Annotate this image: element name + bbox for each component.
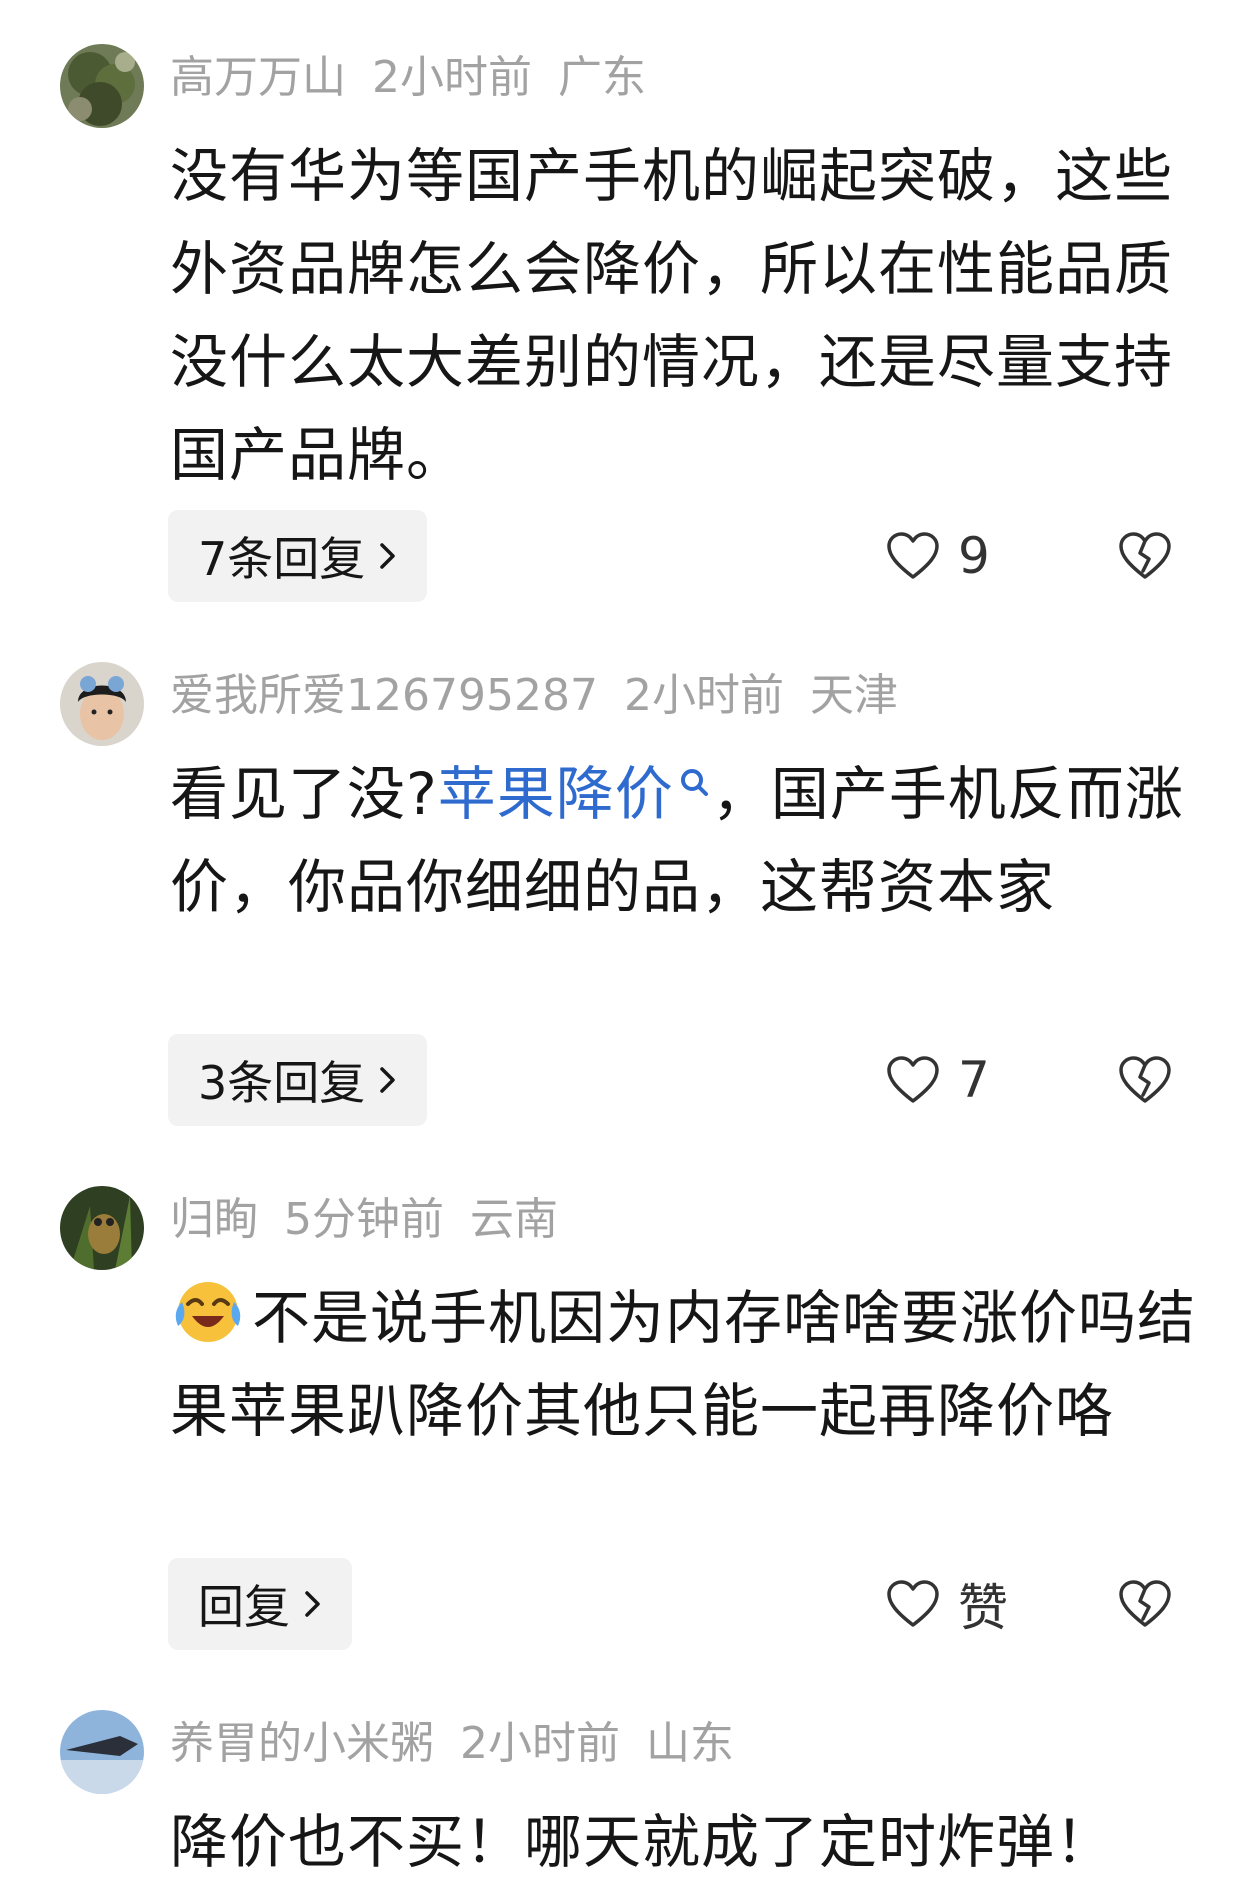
- comment-text-part: 看见了没?: [170, 760, 438, 828]
- person-avatar-icon: [60, 662, 144, 746]
- avatar[interactable]: [60, 662, 144, 746]
- comment-text: 降价也不买！哪天就成了定时炸弹！: [170, 1808, 1115, 1876]
- reply-button[interactable]: 回复: [168, 1558, 352, 1650]
- heart-icon: [887, 1580, 939, 1627]
- timestamp: 2小时前: [460, 1718, 620, 1769]
- view-replies-button[interactable]: 3条回复: [168, 1034, 428, 1126]
- comment-meta: 爱我所爱126795287 2小时前 天津: [170, 666, 924, 726]
- like-button[interactable]: 赞: [886, 1558, 1008, 1650]
- search-link[interactable]: 苹果降价: [438, 760, 674, 828]
- chevron-right-icon: [380, 1067, 396, 1093]
- location: 山东: [646, 1718, 734, 1769]
- comment-meta: 归眴 5分钟前 云南: [170, 1190, 584, 1250]
- username[interactable]: 养胃的小米粥: [170, 1718, 434, 1769]
- timestamp: 2小时前: [372, 52, 532, 103]
- dislike-button[interactable]: [1118, 510, 1172, 602]
- reply-label: 3条回复: [198, 1056, 366, 1110]
- comment-text: 没有华为等国产手机的崛起突破，这些外资品牌怎么会降价，所以在性能品质没什么太大差…: [170, 142, 1174, 489]
- like-count: 9: [958, 527, 990, 585]
- view-replies-button[interactable]: 7条回复: [168, 510, 428, 602]
- username[interactable]: 归眴: [170, 1194, 258, 1245]
- search-icon[interactable]: [676, 748, 712, 798]
- frog-avatar-icon: [60, 1186, 144, 1270]
- username[interactable]: 高万万山: [170, 52, 346, 103]
- heart-icon: [887, 532, 939, 579]
- comment-text: 看见了没?苹果降价 ，国产手机反而涨价，你品你细细的品，这帮资本家: [170, 748, 1200, 934]
- location: 云南: [470, 1194, 558, 1245]
- reply-label: 7条回复: [198, 532, 366, 586]
- mountain-tree-avatar-icon: [60, 44, 144, 128]
- broken-heart-icon: [1119, 1580, 1171, 1627]
- like-button[interactable]: 7: [886, 1034, 990, 1126]
- comment-text: 不是说手机因为内存啥啥要涨价吗结果苹果趴降价其他只能一起再降价咯: [170, 1272, 1200, 1458]
- comment-meta: 高万万山 2小时前 广东: [170, 48, 672, 108]
- jet-avatar-icon: [60, 1710, 144, 1794]
- broken-heart-icon: [1119, 1056, 1171, 1103]
- chevron-right-icon: [305, 1591, 320, 1617]
- laughing-crying-emoji-icon: [175, 1282, 241, 1342]
- username[interactable]: 爱我所爱126795287: [170, 670, 598, 721]
- heart-icon: [887, 1056, 939, 1103]
- location: 广东: [558, 52, 646, 103]
- broken-heart-icon: [1119, 532, 1171, 579]
- timestamp: 2小时前: [623, 670, 784, 721]
- timestamp: 5分钟前: [284, 1194, 444, 1245]
- avatar[interactable]: [60, 44, 144, 128]
- avatar[interactable]: [60, 1710, 144, 1794]
- dislike-button[interactable]: [1118, 1034, 1172, 1126]
- comment-meta: 养胃的小米粥 2小时前 山东: [170, 1714, 760, 1774]
- like-count: 7: [958, 1051, 990, 1109]
- location: 天津: [809, 670, 898, 721]
- dislike-button[interactable]: [1118, 1558, 1172, 1650]
- avatar[interactable]: [60, 1186, 144, 1270]
- comment-text-part: 不是说手机因为内存啥啥要涨价吗结果苹果趴降价其他只能一起再降价咯: [170, 1284, 1197, 1445]
- like-button[interactable]: 9: [886, 510, 990, 602]
- reply-label: 回复: [198, 1580, 290, 1634]
- like-count: 赞: [958, 1579, 1008, 1637]
- chevron-right-icon: [380, 543, 396, 569]
